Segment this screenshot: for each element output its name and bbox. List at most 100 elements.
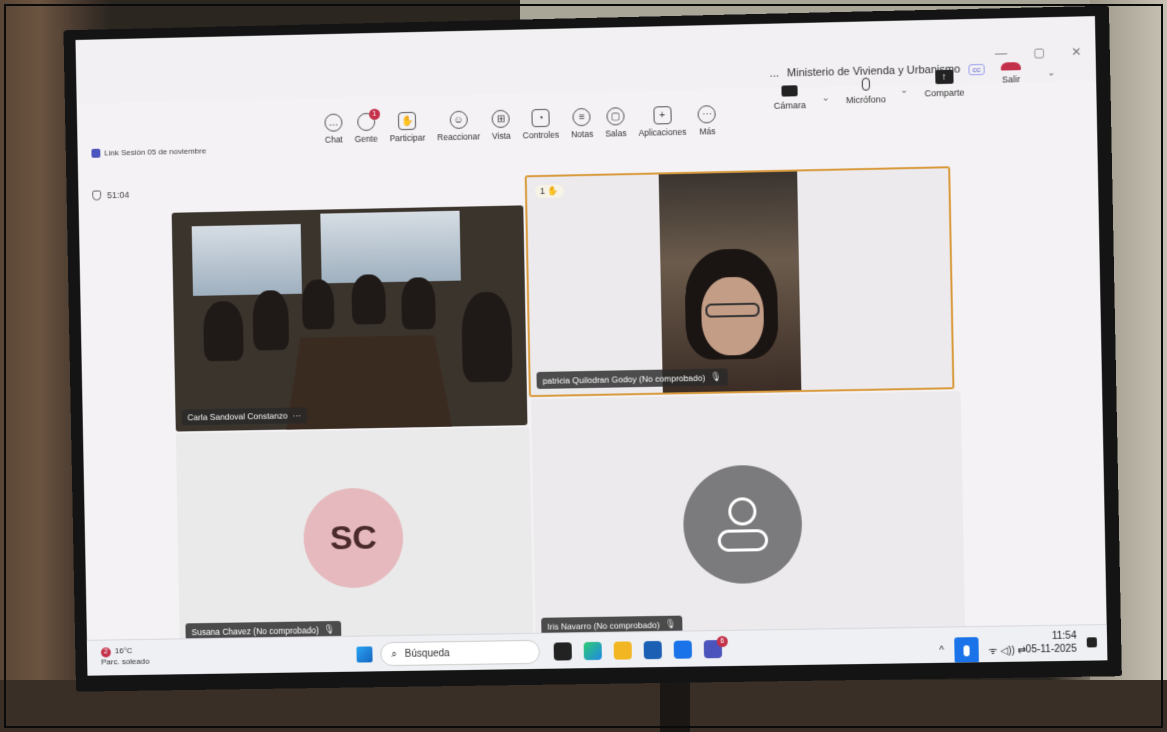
controls-icon: ◔ bbox=[531, 108, 550, 128]
toolbar-controles-button[interactable]: ◔ Controles bbox=[522, 108, 560, 141]
toolbar-label: Participar bbox=[389, 132, 426, 144]
microphone-button[interactable]: Micrófono bbox=[846, 77, 886, 105]
clock-date: 05-11-2025 bbox=[1025, 643, 1077, 656]
network-volume-icons[interactable]: ᯤ ◁)) ⇄ bbox=[988, 642, 1026, 657]
hand-count: 1 bbox=[539, 185, 546, 197]
toolbar-chat-button[interactable]: … Chat bbox=[324, 113, 343, 145]
toolbar-label: Gente bbox=[354, 133, 378, 145]
edge-icon[interactable] bbox=[583, 641, 602, 661]
toolbar-aplicaciones-button[interactable]: + Aplicaciones bbox=[638, 106, 686, 138]
participant-name-tag: patricia Quilodran Godoy (No comprobado)… bbox=[536, 368, 728, 389]
chevron-up-icon[interactable]: ^ bbox=[939, 645, 944, 656]
room-person bbox=[301, 279, 335, 330]
weather-widget[interactable]: 2 16°C Parc. soleado bbox=[100, 646, 150, 668]
microphone-label: Micrófono bbox=[845, 94, 886, 106]
close-button[interactable]: ✕ bbox=[1071, 45, 1081, 59]
participant-tile-room[interactable]: Carla Sandoval Constanzo ··· bbox=[171, 205, 528, 432]
file-explorer-icon[interactable] bbox=[613, 641, 632, 660]
participant-tile[interactable]: Iris Navarro (No comprobado) 🎙 bbox=[530, 391, 966, 641]
conference-table bbox=[285, 334, 454, 432]
share-icon: ↑ bbox=[934, 69, 954, 85]
store-icon[interactable] bbox=[643, 640, 662, 660]
view-icon: ⊞ bbox=[491, 109, 511, 129]
outlook-icon[interactable] bbox=[673, 640, 693, 659]
participant-name: Iris Navarro (No comprobado) bbox=[547, 619, 660, 632]
tv-monitor: ... Ministerio de Vivienda y Urbanismo c… bbox=[63, 5, 1122, 692]
maximize-button[interactable]: ▢ bbox=[1033, 45, 1045, 59]
search-placeholder: Búsqueda bbox=[404, 647, 450, 660]
leave-label: Salir bbox=[1001, 74, 1021, 85]
teams-icon bbox=[91, 148, 101, 158]
participant-name: patricia Quilodran Godoy (No comprobado) bbox=[542, 372, 706, 386]
toolbar-label: Más bbox=[699, 126, 716, 137]
toolbar-notas-button[interactable]: ≡ Notas bbox=[571, 107, 593, 139]
room-person bbox=[401, 277, 436, 330]
more-icon: ⋯ bbox=[697, 105, 717, 124]
room-window bbox=[191, 224, 302, 296]
participant-tile-active-speaker[interactable]: 1 ✋ patricia Quilodran Godoy (No comprob… bbox=[524, 166, 955, 398]
window-controls: — ▢ ✕ bbox=[995, 45, 1082, 61]
chevron-down-icon[interactable]: ⌄ bbox=[1047, 67, 1055, 78]
participant-name: Carla Sandoval Constanzo bbox=[187, 410, 288, 423]
windows-start-icon[interactable] bbox=[356, 646, 373, 663]
raise-hand-icon: ✋ bbox=[547, 185, 559, 196]
toolbar-label: Controles bbox=[522, 129, 560, 141]
clock[interactable]: 11:54 05-11-2025 bbox=[1025, 630, 1077, 657]
meeting-name-label: Link Sesión 05 de noviembre bbox=[104, 146, 207, 158]
more-options[interactable]: ··· bbox=[292, 410, 301, 420]
teams-badge: 6 bbox=[716, 635, 728, 648]
raise-hand-icon: ✋ bbox=[397, 111, 417, 131]
microphone-tray-icon[interactable] bbox=[953, 637, 979, 664]
notes-icon: ≡ bbox=[572, 107, 591, 127]
meeting-toolbar: … Chat 1 Gente ✋ Participar ☺ Reaccionar ⊞ Vista ◔… bbox=[324, 105, 717, 145]
meeting-name: Link Sesión 05 de noviembre bbox=[91, 146, 207, 158]
chevron-down-icon[interactable]: ⌄ bbox=[822, 93, 830, 104]
toolbar-participar-button[interactable]: ✋ Participar bbox=[389, 111, 426, 144]
captions-badge[interactable]: cc bbox=[968, 63, 985, 75]
mic-muted-icon: 🎙 bbox=[664, 618, 677, 629]
chevron-down-icon[interactable]: ⌄ bbox=[900, 85, 908, 96]
participant-tile[interactable]: SC Susana Chavez (No comprobado) 🎙 bbox=[175, 427, 534, 647]
toolbar-gente-button[interactable]: 1 Gente bbox=[354, 108, 380, 145]
people-icon: 1 bbox=[356, 108, 380, 132]
toolbar-ms-button[interactable]: ⋯ Más bbox=[697, 105, 717, 137]
minimize-button[interactable]: — bbox=[995, 46, 1007, 60]
toolbar-label: Chat bbox=[324, 134, 343, 145]
share-button[interactable]: ↑ Comparte bbox=[924, 69, 964, 98]
notification-icon[interactable] bbox=[1086, 637, 1097, 648]
person-icon-body bbox=[717, 529, 769, 552]
teams-icon[interactable]: 6 bbox=[703, 635, 728, 659]
search-icon: ⌕ bbox=[391, 648, 398, 660]
weather-badge: 2 bbox=[100, 647, 111, 658]
camera-icon bbox=[781, 85, 798, 97]
taskbar-search[interactable]: ⌕ Búsqueda bbox=[380, 639, 541, 667]
toolbar-label: Vista bbox=[491, 130, 511, 142]
avatar: SC bbox=[302, 487, 404, 589]
weather-desc: Parc. soleado bbox=[101, 656, 150, 667]
camera-label: Cámara bbox=[773, 100, 807, 111]
shield-icon bbox=[92, 190, 102, 201]
mic-muted-icon: 🎙 bbox=[323, 624, 336, 635]
toolbar-label: Aplicaciones bbox=[638, 126, 687, 138]
avatar bbox=[682, 464, 804, 585]
task-view-icon[interactable] bbox=[553, 642, 572, 661]
meeting-timer: 51:04 bbox=[92, 190, 129, 201]
toolbar-label: Reaccionar bbox=[437, 131, 481, 143]
rooms-icon: ▢ bbox=[606, 107, 625, 126]
participant-name: Susana Chavez (No comprobado) bbox=[191, 624, 319, 637]
hang-up-icon bbox=[1000, 62, 1022, 71]
room-window bbox=[320, 210, 461, 284]
toolbar-vista-button[interactable]: ⊞ Vista bbox=[491, 109, 511, 142]
clock-time: 11:54 bbox=[1051, 630, 1077, 642]
room-person bbox=[252, 290, 290, 351]
leave-button[interactable]: Salir bbox=[1000, 62, 1022, 85]
apps-icon: + bbox=[652, 106, 672, 125]
participant-video bbox=[658, 171, 802, 395]
toolbar-reaccionar-button[interactable]: ☺ Reaccionar bbox=[437, 110, 480, 142]
room-person bbox=[461, 291, 513, 383]
more-dots[interactable]: ... bbox=[770, 68, 779, 80]
timer-value: 51:04 bbox=[106, 189, 130, 201]
camera-button[interactable]: Cámara bbox=[773, 85, 806, 111]
room-person bbox=[351, 274, 387, 325]
toolbar-salas-button[interactable]: ▢ Salas bbox=[605, 107, 627, 139]
